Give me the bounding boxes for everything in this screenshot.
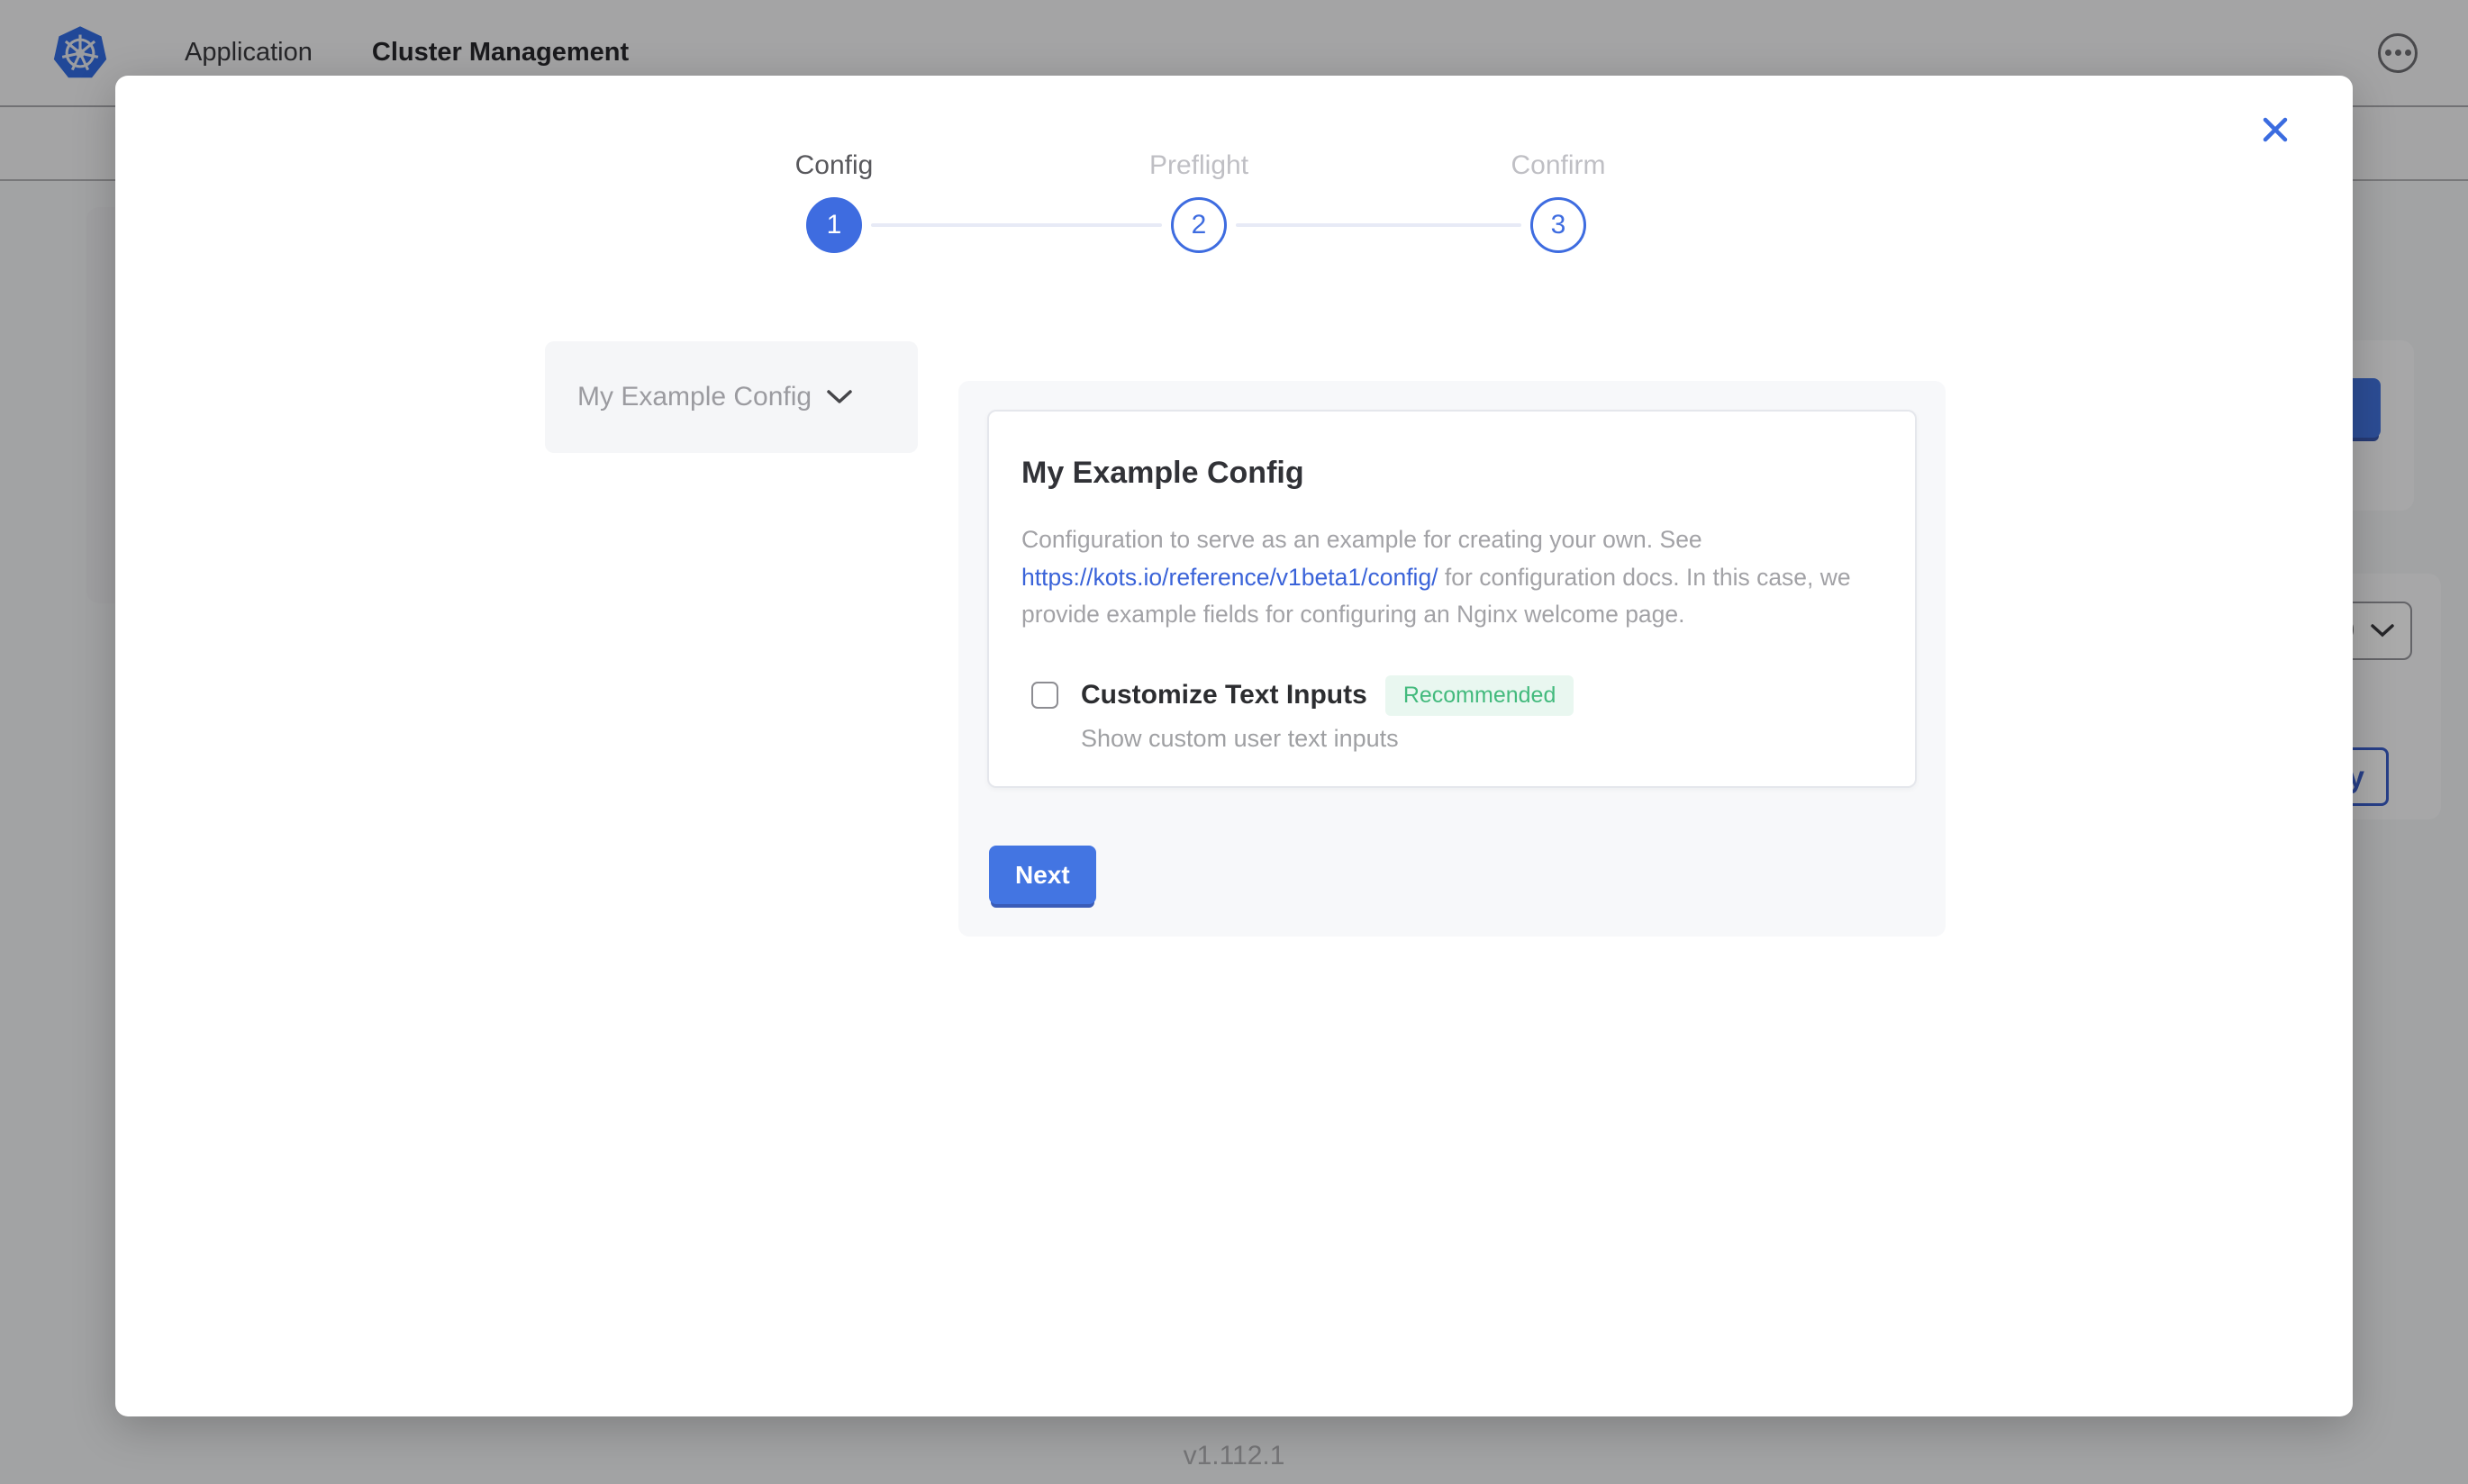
close-icon[interactable]: [2254, 108, 2297, 151]
step-number-badge: 1: [806, 197, 862, 253]
chevron-down-icon: [826, 389, 853, 405]
description-text: Configuration to serve as an example for…: [1021, 526, 1702, 553]
config-docs-link[interactable]: https://kots.io/reference/v1beta1/config…: [1021, 564, 1438, 591]
step-number-badge: 2: [1171, 197, 1227, 253]
wizard-stepper: Config 1 Preflight 2 Confirm 3: [629, 149, 1665, 267]
step-preflight[interactable]: Preflight 2: [1091, 149, 1307, 253]
recommended-badge: Recommended: [1385, 675, 1574, 716]
next-button[interactable]: Next: [989, 846, 1096, 904]
app-root: Application Cluster Management 0 y v1.11…: [0, 0, 2468, 1484]
config-panel: My Example Config Configuration to serve…: [958, 381, 1946, 937]
step-label: Preflight: [1091, 149, 1307, 182]
checkbox-label[interactable]: Customize Text Inputs: [1081, 680, 1367, 710]
customize-text-inputs-row: Customize Text Inputs Recommended: [1031, 675, 1879, 716]
config-group-dropdown-label: My Example Config: [577, 382, 812, 412]
step-config[interactable]: Config 1: [726, 149, 942, 253]
checkbox-help-text: Show custom user text inputs: [1081, 725, 1879, 753]
step-label: Confirm: [1450, 149, 1666, 182]
step-label: Config: [726, 149, 942, 182]
config-group-card: My Example Config Configuration to serve…: [987, 410, 1917, 788]
config-wizard-modal: Config 1 Preflight 2 Confirm 3 My Exampl…: [115, 76, 2353, 1416]
step-confirm[interactable]: Confirm 3: [1450, 149, 1666, 253]
config-group-description: Configuration to serve as an example for…: [1021, 521, 1884, 634]
config-group-title: My Example Config: [1021, 455, 1879, 491]
config-group-dropdown[interactable]: My Example Config: [545, 341, 918, 453]
step-number-badge: 3: [1530, 197, 1586, 253]
customize-text-inputs-checkbox[interactable]: [1031, 682, 1058, 709]
